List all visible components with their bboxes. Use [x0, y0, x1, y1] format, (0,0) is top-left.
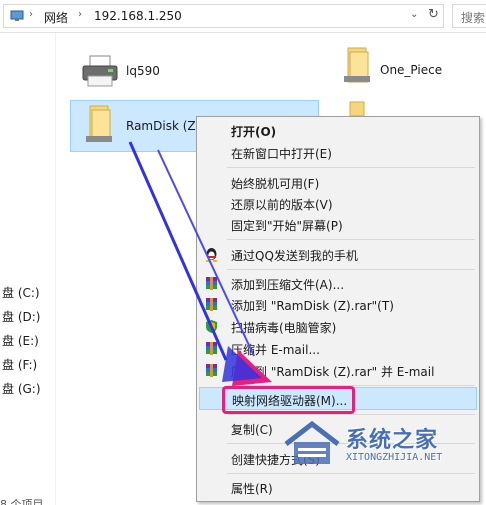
house-logo-icon — [284, 420, 340, 464]
watermark-en: XITONGZHIJIA.NET — [346, 452, 443, 463]
menu-item-label: 固定到"开始"屏幕(P) — [231, 219, 343, 233]
printer-item[interactable]: lq590 — [78, 50, 198, 94]
network-icon — [10, 10, 24, 21]
nav-drive-label: 盘 (C:) — [2, 286, 40, 300]
menu-item-compress-rar-email[interactable]: 压缩到 "RamDisk (Z).rar" 并 E-mail — [199, 359, 477, 382]
shield-icon — [206, 320, 217, 333]
menu-item-label: 添加到 "RamDisk (Z).rar"(T) — [231, 299, 394, 313]
menu-item-label: 还原以前的版本(V) — [231, 198, 333, 212]
menu-item-label: 复制(C) — [231, 423, 273, 437]
watermark-cn: 系统之家 — [346, 428, 439, 453]
menu-item-label: 扫描病毒(电脑管家) — [231, 321, 337, 335]
winrar-icon — [206, 342, 217, 355]
nav-drive-g[interactable]: 盘 (G:) — [0, 378, 56, 398]
nav-drive-e[interactable]: 盘 (E:) — [0, 330, 56, 350]
nav-drive-label: 盘 (G:) — [2, 382, 41, 396]
breadcrumb-network[interactable]: 网络 — [44, 9, 68, 26]
menu-separator — [227, 269, 475, 270]
winrar-icon — [206, 364, 217, 377]
menu-item-label: 添加到压缩文件(A)... — [231, 278, 345, 292]
address-field[interactable]: › 网络 › 192.168.1.250 ⌄ ↻ — [3, 4, 444, 28]
winrar-icon — [206, 298, 217, 311]
menu-item-label: 打开(O) — [231, 125, 277, 139]
nav-drive-label: 盘 (F:) — [2, 358, 38, 372]
chevron-down-icon[interactable]: ⌄ — [410, 9, 418, 20]
menu-item-label: 通过QQ发送到我的手机 — [231, 249, 358, 263]
menu-item-label: 压缩到 "RamDisk (Z).rar" 并 E-mail — [231, 365, 435, 379]
folder-label: One_Piece — [380, 63, 443, 77]
printer-label: lq590 — [126, 64, 160, 78]
nav-drive-d[interactable]: 盘 (D:) — [0, 306, 56, 326]
menu-item-restore-previous[interactable]: 还原以前的版本(V) — [199, 192, 477, 215]
menu-item-send-qq[interactable]: 通过QQ发送到我的手机 — [199, 243, 477, 266]
menu-separator — [227, 414, 475, 415]
menu-item-always-offline[interactable]: 始终脱机可用(F) — [199, 171, 477, 194]
shared-folder-icon — [86, 105, 112, 142]
menu-item-label: 属性(R) — [231, 482, 273, 496]
nav-drive-f[interactable]: 盘 (F:) — [0, 354, 56, 374]
printer-icon — [82, 55, 118, 87]
menu-item-compress-email[interactable]: 压缩并 E-mail... — [199, 337, 477, 360]
menu-separator — [227, 473, 475, 474]
refresh-icon[interactable]: ↻ — [428, 7, 439, 22]
watermark-logo: 系统之家 XITONGZHIJIA.NET — [280, 418, 480, 470]
status-item-count: 8 个项目 — [0, 498, 44, 505]
menu-separator — [227, 167, 475, 168]
chevron-right-icon[interactable]: › — [29, 9, 33, 20]
menu-item-add-archive[interactable]: 添加到压缩文件(A)... — [199, 272, 477, 295]
nav-drive-label: 盘 (D:) — [2, 310, 41, 324]
menu-item-add-to-rar[interactable]: 添加到 "RamDisk (Z).rar"(T) — [199, 293, 477, 316]
menu-item-pin-start[interactable]: 固定到"开始"屏幕(P) — [199, 213, 477, 236]
address-bar: › 网络 › 192.168.1.250 ⌄ ↻ 搜索 — [0, 0, 486, 33]
menu-item-label: 在新窗口中打开(E) — [231, 147, 332, 161]
search-placeholder: 搜索 — [461, 11, 486, 25]
search-input[interactable]: 搜索 — [452, 4, 486, 28]
highlight-box — [222, 386, 355, 414]
breadcrumb-ip[interactable]: 192.168.1.250 — [94, 9, 182, 23]
menu-item-label: 始终脱机可用(F) — [231, 177, 320, 191]
shared-folder-icon — [349, 101, 365, 116]
menu-item-label: 压缩并 E-mail... — [231, 343, 320, 357]
menu-separator — [227, 239, 475, 240]
qq-penguin-icon — [205, 248, 218, 262]
menu-item-scan-virus[interactable]: 扫描病毒(电脑管家) — [199, 315, 477, 338]
menu-item-properties[interactable]: 属性(R) — [199, 476, 477, 499]
navigation-pane: 盘 (C:) 盘 (D:) 盘 (E:) 盘 (F:) 盘 (G:) — [0, 33, 56, 505]
chevron-right-icon[interactable]: › — [78, 9, 82, 20]
menu-item-open-new-window[interactable]: 在新窗口中打开(E) — [199, 141, 477, 164]
folder-label: RamDisk (Z) — [126, 119, 201, 133]
winrar-icon — [206, 277, 217, 290]
menu-item-open[interactable]: 打开(O) — [199, 119, 477, 142]
nav-drive-c[interactable]: 盘 (C:) — [0, 282, 56, 302]
shared-folder-icon — [344, 47, 370, 83]
folder-one-piece[interactable]: One_Piece — [340, 46, 480, 96]
nav-drive-label: 盘 (E:) — [2, 334, 39, 348]
